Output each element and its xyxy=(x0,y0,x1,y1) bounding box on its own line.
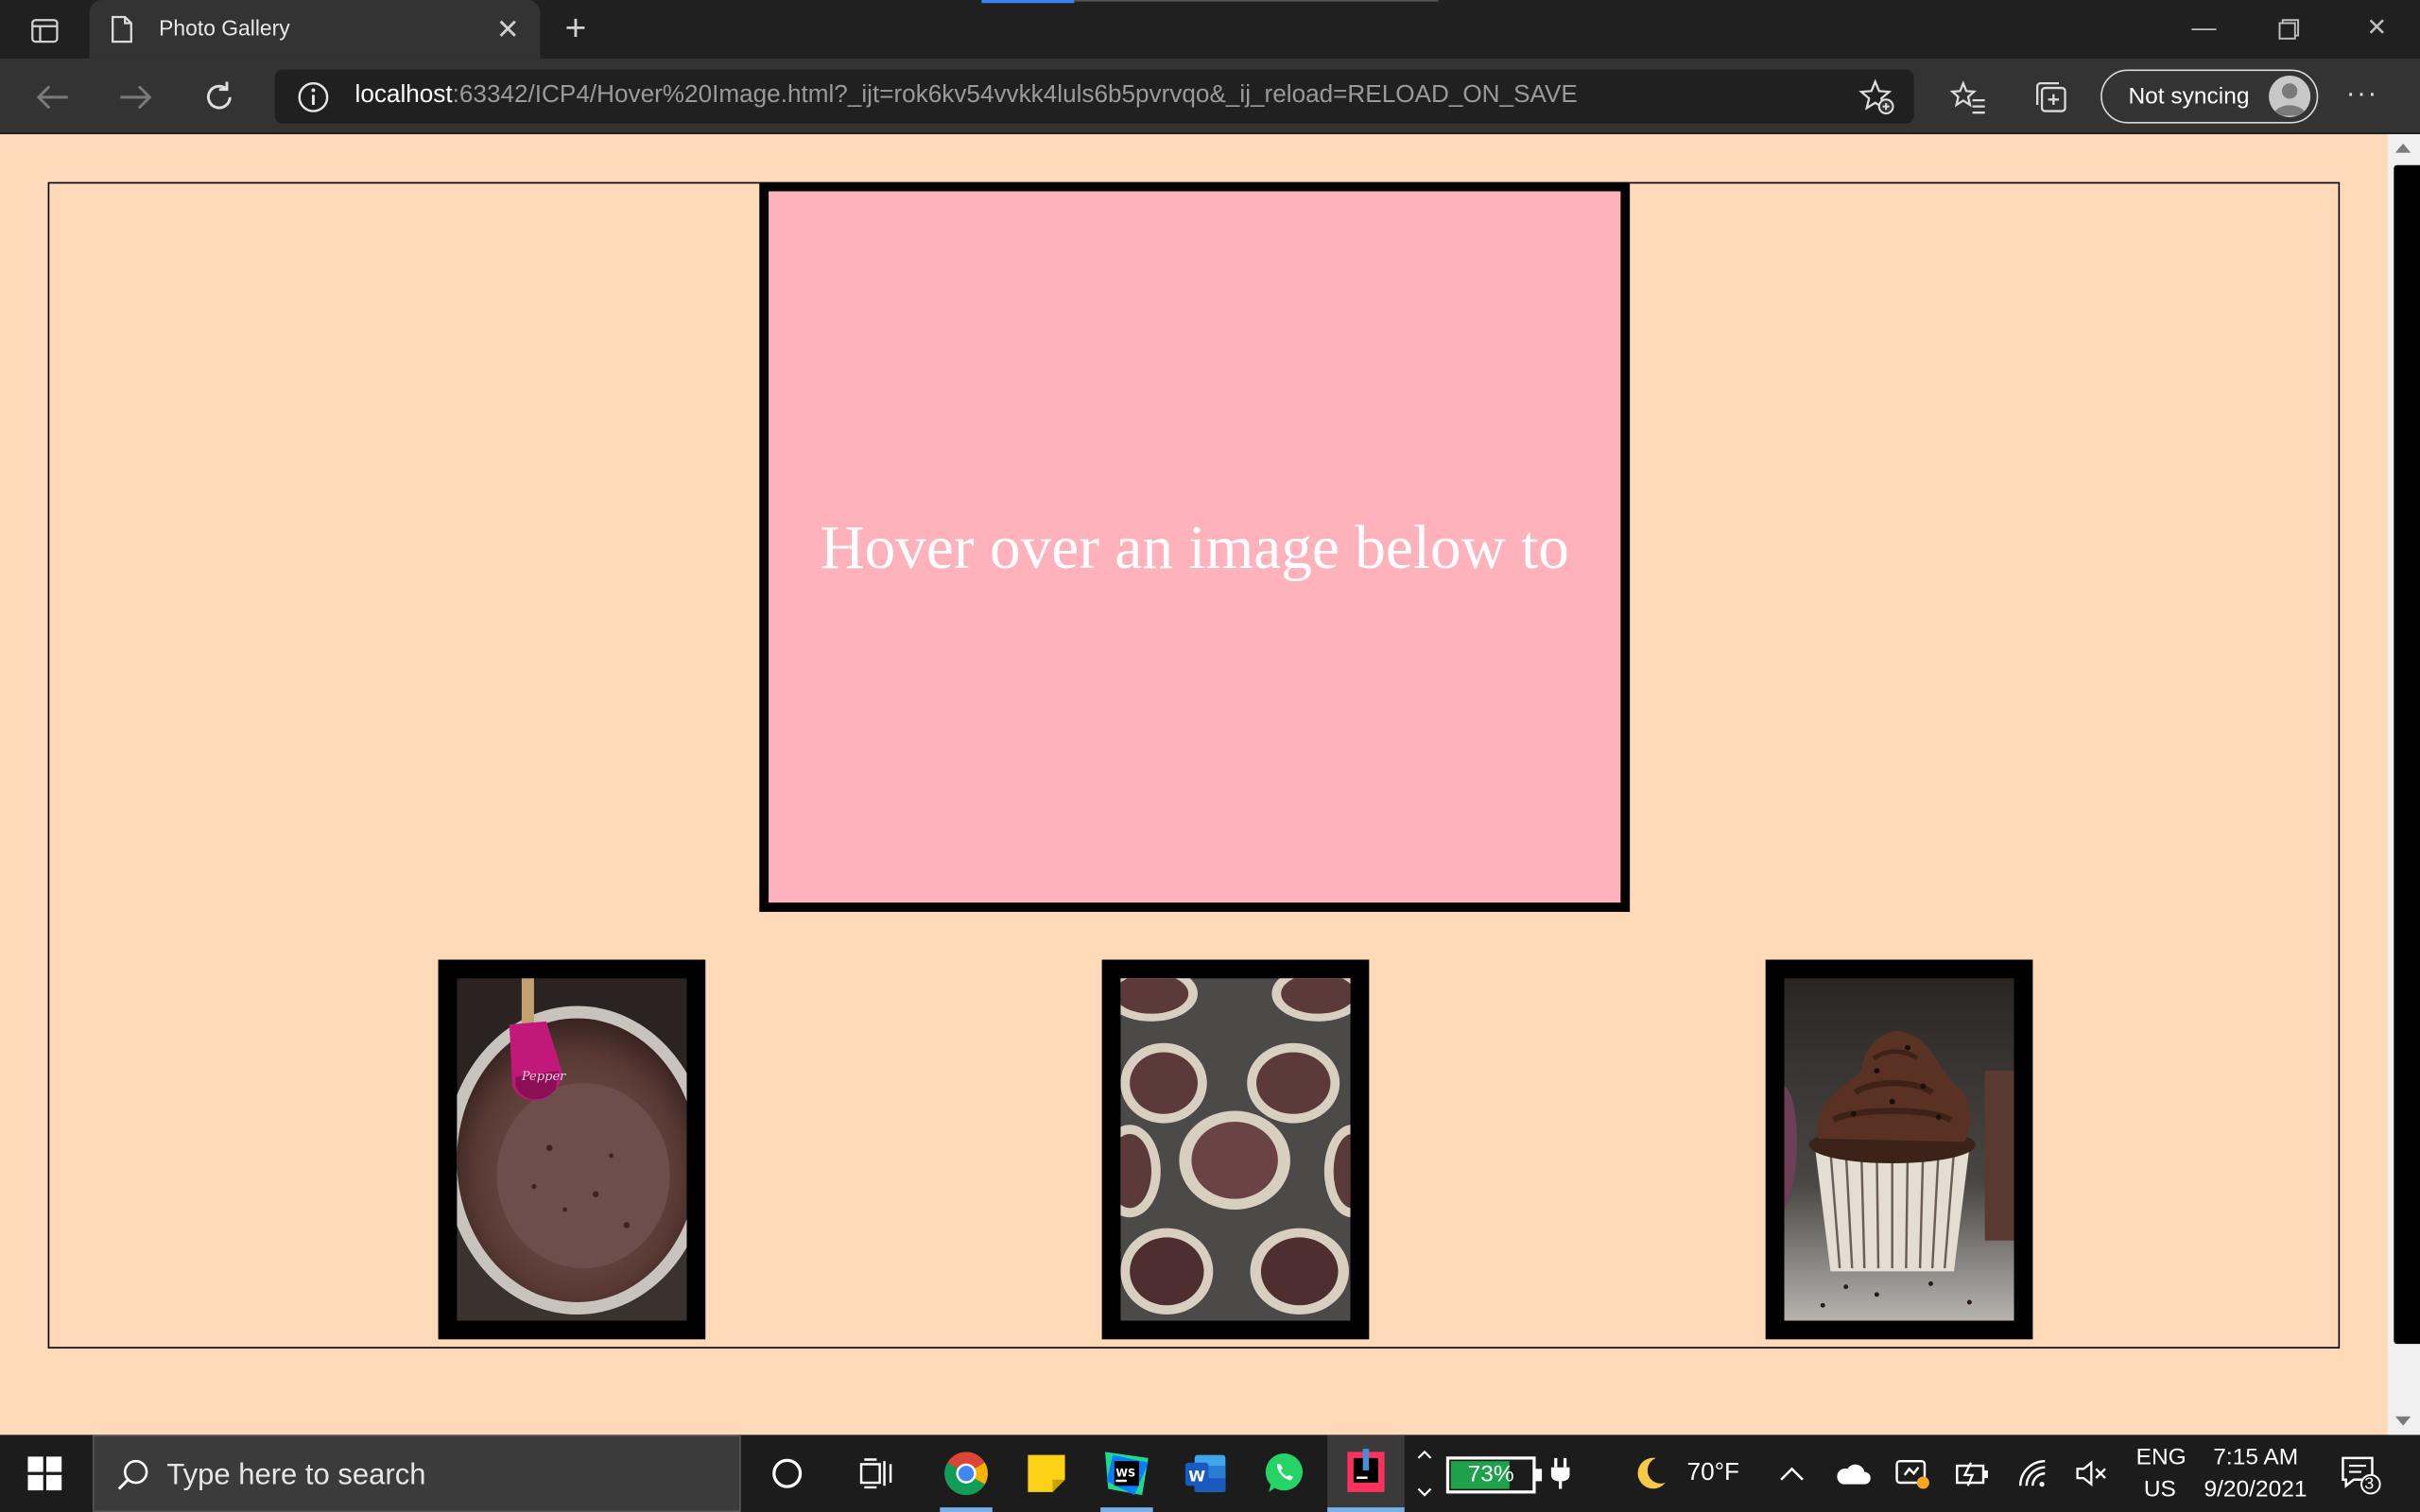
thumbnail-image-1[interactable]: Pepper xyxy=(438,959,706,1340)
power-plug-icon xyxy=(1542,1435,1579,1512)
minimize-icon[interactable]: — xyxy=(2173,9,2235,49)
page-icon xyxy=(112,15,133,51)
svg-text:W: W xyxy=(1188,1467,1205,1485)
new-tab-icon[interactable]: + xyxy=(556,9,596,49)
clock-time[interactable]: 7:15 AM xyxy=(2213,1444,2298,1470)
sync-label: Not syncing xyxy=(2128,83,2250,110)
refresh-icon[interactable] xyxy=(196,74,242,120)
loading-indicator xyxy=(981,0,1075,4)
url-text[interactable]: localhost:63342/ICP4/Hover%20Image.html?… xyxy=(355,82,1578,110)
add-favorite-icon[interactable] xyxy=(1858,78,1895,123)
profile-sync-button[interactable]: Not syncing xyxy=(2100,69,2319,124)
gallery-container: Hover over an image below to Pepper xyxy=(47,181,2341,1349)
battery-saver-icon[interactable] xyxy=(1949,1435,1996,1512)
search-icon xyxy=(115,1458,149,1500)
windows-start-icon[interactable] xyxy=(0,1435,90,1512)
battery-indicator[interactable]: 73% xyxy=(1445,1456,1543,1494)
sync-status-icon[interactable] xyxy=(1889,1435,1935,1512)
svg-text:WS: WS xyxy=(1115,1466,1135,1479)
forward-icon[interactable] xyxy=(112,74,159,120)
onedrive-icon[interactable] xyxy=(1829,1435,1876,1512)
tab-actions-icon[interactable] xyxy=(15,12,74,49)
url-host: localhost xyxy=(354,81,453,109)
scroll-up-icon[interactable] xyxy=(2394,143,2411,153)
collections-icon[interactable] xyxy=(2030,76,2073,119)
restore-icon[interactable] xyxy=(2258,9,2320,49)
close-window-icon[interactable]: ✕ xyxy=(2346,9,2408,49)
notification-count: 3 xyxy=(2364,1474,2375,1494)
battery-percent: 73% xyxy=(1467,1461,1514,1487)
intellij-icon[interactable] xyxy=(1327,1435,1405,1512)
language-region[interactable]: US xyxy=(2144,1476,2176,1503)
favorites-icon[interactable] xyxy=(1946,76,1990,119)
url-path: :63342/ICP4/Hover%20Image.html?_ijt=rok6… xyxy=(452,81,1578,109)
word-icon[interactable]: W xyxy=(1167,1435,1244,1512)
chocolate-cupcake-icon xyxy=(1784,978,2014,1321)
thumbnail-image-3[interactable] xyxy=(1765,959,2033,1340)
browser-titlebar: Photo Gallery ✕ + — ✕ xyxy=(0,0,2420,60)
tab-title: Photo Gallery xyxy=(159,15,290,41)
wifi-icon[interactable] xyxy=(2011,1435,2057,1512)
back-icon[interactable] xyxy=(29,74,76,120)
webstorm-icon[interactable]: WS xyxy=(1088,1435,1166,1512)
svg-text:Pepper: Pepper xyxy=(521,1070,566,1084)
main-caption: Hover over an image below to xyxy=(820,512,1569,582)
cortana-icon[interactable] xyxy=(749,1435,826,1512)
thumbnail-image-2[interactable] xyxy=(1101,959,1370,1340)
running-indicator xyxy=(940,1507,993,1512)
sticky-notes-icon[interactable] xyxy=(1008,1435,1085,1512)
page-viewport: Hover over an image below to Pepper xyxy=(0,134,2420,1435)
whatsapp-icon[interactable] xyxy=(1246,1435,1323,1512)
clock-date[interactable]: 9/20/2021 xyxy=(2204,1476,2307,1503)
scrollbar-thumb[interactable] xyxy=(2394,164,2420,1345)
vertical-scrollbar[interactable] xyxy=(2387,134,2420,1435)
more-options-icon[interactable]: ··· xyxy=(2346,77,2378,110)
avatar xyxy=(2269,76,2311,118)
browser-toolbar: localhost:63342/ICP4/Hover%20Image.html?… xyxy=(0,59,2420,135)
close-tab-icon[interactable]: ✕ xyxy=(491,12,525,46)
site-info-icon[interactable] xyxy=(296,80,330,122)
notifications-icon[interactable]: 3 xyxy=(2334,1435,2387,1512)
overflow-scroll-icon[interactable] xyxy=(1409,1435,1441,1512)
scroll-down-icon[interactable] xyxy=(2394,1416,2411,1426)
address-bar[interactable]: localhost:63342/ICP4/Hover%20Image.html?… xyxy=(274,69,1914,124)
search-placeholder: Type here to search xyxy=(166,1459,426,1492)
tab-photo-gallery[interactable]: Photo Gallery ✕ xyxy=(89,0,541,60)
chocolate-batter-bowl-icon: Pepper xyxy=(457,978,687,1321)
show-hidden-icons-icon[interactable] xyxy=(1771,1435,1814,1512)
taskbar-search-box[interactable]: Type here to search xyxy=(92,1435,741,1512)
language-indicator[interactable]: ENG xyxy=(2136,1444,2187,1470)
chrome-icon[interactable] xyxy=(927,1435,1005,1512)
windows-taskbar: Type here to search WS W 73% 70°F ENG US… xyxy=(0,1435,2420,1512)
weather-temp[interactable]: 70°F xyxy=(1687,1460,1739,1487)
main-image-display: Hover over an image below to xyxy=(759,181,1631,912)
cupcake-liners-in-tin-icon xyxy=(1120,978,1351,1321)
volume-muted-icon[interactable] xyxy=(2068,1435,2115,1512)
weather-moon-icon[interactable] xyxy=(1627,1435,1673,1512)
task-view-icon[interactable] xyxy=(838,1435,916,1512)
loading-track xyxy=(1074,0,1439,2)
running-indicator xyxy=(1100,1507,1153,1512)
